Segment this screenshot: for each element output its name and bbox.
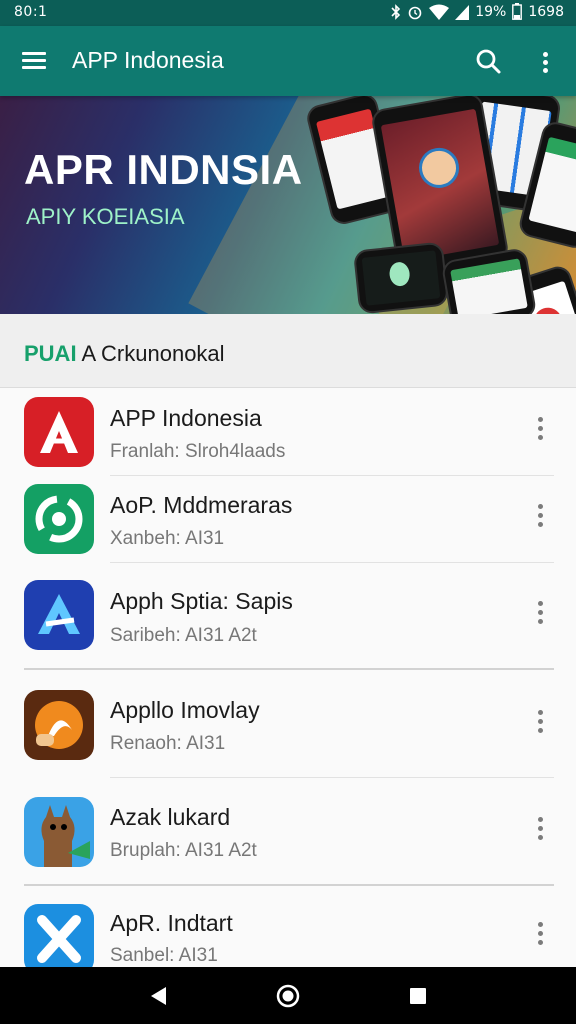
blue-x-logo-icon: [24, 904, 94, 967]
orange-fox-logo-icon: [24, 690, 94, 760]
app-subtitle: Bruplah: AI31 A2t: [110, 840, 257, 861]
list-item[interactable]: Apph Sptia: Sapis Saribeh: AI31 A2t: [0, 563, 576, 668]
app-subtitle: Renaoh: AI31: [110, 733, 226, 754]
recents-square-icon[interactable]: [403, 981, 433, 1011]
app-bar: APP Indonesia: [0, 26, 576, 96]
app-name: Apph Sptia: Sapis: [110, 588, 293, 614]
app-name: Appllo Imovlay: [110, 697, 260, 723]
status-clock: 1698: [528, 3, 564, 20]
section-header: PUAI A Crkunonokal: [0, 314, 576, 388]
navigation-bar: [0, 967, 576, 1024]
app-name: ApR. Indtart: [110, 910, 233, 936]
item-more-vertical-icon[interactable]: [526, 916, 554, 952]
item-more-vertical-icon[interactable]: [526, 411, 554, 447]
app-subtitle: Xanbeh: AI31: [110, 528, 225, 549]
phone-illustration: [352, 241, 450, 314]
app-name: Azak lukard: [110, 804, 231, 830]
banner-title: APR INDNSIA: [24, 146, 303, 193]
search-icon[interactable]: [470, 43, 508, 81]
blue-a-logo-icon: [24, 580, 94, 650]
banner-subtitle: APIY KOEIASIA: [26, 204, 185, 229]
status-icons: 19% 1698: [391, 3, 564, 20]
wifi-icon: [429, 4, 450, 20]
red-a-logo-icon: [24, 397, 94, 467]
status-bar: 80:1 19% 1698: [0, 0, 576, 26]
list-item[interactable]: AoP. Mddmeraras Xanbeh: AI31: [0, 476, 576, 562]
promo-banner[interactable]: APR INDNSIA APIY KOEIASIA: [0, 96, 576, 314]
app-list: APP Indonesia Franlah: Slroh4laads AoP. …: [0, 389, 576, 967]
item-more-vertical-icon[interactable]: [526, 498, 554, 534]
signal-icon: [455, 4, 470, 20]
section-title-rest: A Crkunonokal: [76, 341, 225, 366]
home-circle-icon[interactable]: [273, 981, 303, 1011]
app-title: APP Indonesia: [72, 47, 224, 73]
list-item[interactable]: Azak lukard Bruplah: AI31 A2t: [0, 778, 576, 884]
status-time: 80:1: [14, 4, 48, 20]
green-ring-logo-icon: [24, 484, 94, 554]
list-item[interactable]: Appllo Imovlay Renaoh: AI31: [0, 670, 576, 777]
list-item[interactable]: ApR. Indtart Sanbel: AI31: [0, 886, 576, 967]
item-more-vertical-icon[interactable]: [526, 595, 554, 631]
battery-icon: [512, 3, 523, 20]
section-title-accent: PUAI: [24, 341, 77, 366]
app-subtitle: Saribeh: AI31 A2t: [110, 625, 257, 646]
bluetooth-icon: [391, 3, 401, 20]
app-subtitle: Franlah: Slroh4laads: [110, 441, 286, 462]
item-more-vertical-icon[interactable]: [526, 704, 554, 740]
item-more-vertical-icon[interactable]: [526, 811, 554, 847]
alarm-icon: [408, 6, 422, 19]
hamburger-menu-icon[interactable]: [14, 43, 54, 79]
section-title: PUAI A Crkunonokal: [24, 341, 225, 367]
app-name: AoP. Mddmeraras: [110, 492, 293, 518]
more-vertical-icon[interactable]: [528, 43, 562, 81]
back-triangle-icon[interactable]: [144, 981, 174, 1011]
app-subtitle: Sanbel: AI31: [110, 945, 218, 966]
app-name: APP Indonesia: [110, 405, 262, 431]
battery-percent: 19%: [475, 3, 507, 20]
kangaroo-logo-icon: [24, 797, 94, 867]
list-item[interactable]: APP Indonesia Franlah: Slroh4laads: [0, 389, 576, 475]
